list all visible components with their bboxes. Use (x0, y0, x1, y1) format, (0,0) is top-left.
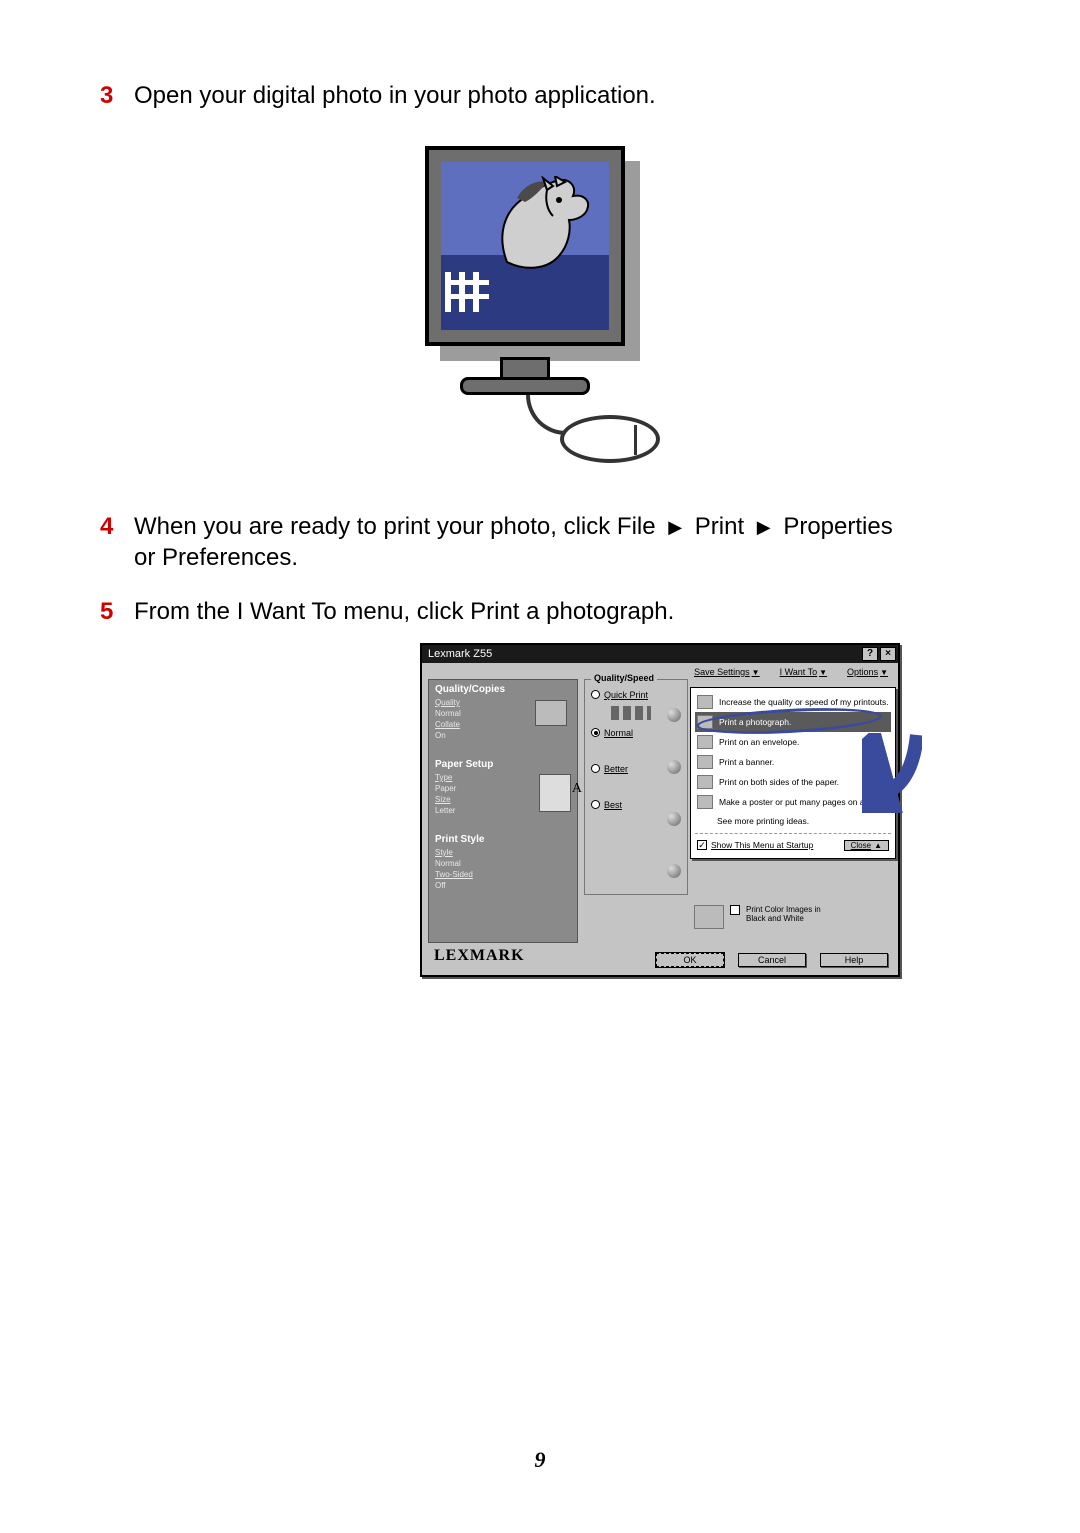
step-4-number: 4 (100, 511, 124, 573)
menu-item-more-ideas[interactable]: See more printing ideas. (695, 812, 891, 830)
tab-print-style[interactable]: Print Style Style Normal Two-Sided Off (435, 834, 571, 891)
printer-icon (535, 700, 567, 726)
radio-quick-print[interactable]: Quick Print (591, 690, 683, 700)
duplex-icon (697, 775, 713, 789)
options-menu[interactable]: Options▼ (847, 667, 888, 677)
step-3: 3 Open your digital photo in your photo … (100, 80, 980, 111)
help-button[interactable]: ? (862, 647, 878, 661)
cancel-button[interactable]: Cancel (738, 953, 806, 967)
envelope-icon (697, 735, 713, 749)
lexmark-brand: LEXMARK (434, 947, 525, 965)
step-5-number: 5 (100, 596, 124, 627)
radio-normal[interactable]: Normal (591, 728, 683, 738)
help-button-bottom[interactable]: Help (820, 953, 888, 967)
ok-button[interactable]: OK (656, 953, 724, 967)
document-icon (539, 774, 571, 812)
dialog-title-bar: Lexmark Z55 ? × (422, 645, 898, 663)
menu-item-increase-quality[interactable]: Increase the quality or speed of my prin… (695, 692, 891, 712)
step-5: 5 From the I Want To menu, click Print a… (100, 596, 980, 627)
callout-arrow (862, 733, 922, 813)
poster-icon (697, 795, 713, 809)
mouse-icon (560, 415, 660, 463)
step-4: 4 When you are ready to print your photo… (100, 511, 980, 573)
radio-best[interactable]: Best (591, 800, 683, 810)
quality-speed-group: Quality/Speed Quick Print Normal (584, 679, 688, 895)
triangle-icon: ▶ (757, 516, 771, 539)
page-number: 9 (0, 1447, 1080, 1473)
menu-item-print-photograph[interactable]: Print a photograph. (695, 712, 891, 732)
photo-icon (697, 715, 713, 729)
step-3-text: Open your digital photo in your photo ap… (134, 80, 656, 111)
horse-icon (487, 176, 597, 276)
dialog-title: Lexmark Z55 (428, 648, 492, 660)
save-settings-menu[interactable]: Save Settings▼ (694, 667, 759, 677)
close-button[interactable]: × (880, 647, 896, 661)
computer-illustration (410, 141, 670, 471)
show-menu-checkbox[interactable]: ✓ (697, 840, 707, 850)
step-3-number: 3 (100, 80, 124, 111)
quality-speed-title: Quality/Speed (591, 673, 657, 683)
speed-icon (697, 695, 713, 709)
triangle-icon: ▶ (668, 516, 682, 539)
i-want-to-menu[interactable]: I Want To▼ (780, 667, 827, 677)
sidebar: Quality/Copies Quality Normal Collate On… (428, 679, 578, 943)
step-5-text: From the I Want To menu, click Print a p… (134, 596, 674, 627)
menu-close-button[interactable]: Close▲ (844, 840, 889, 851)
print-properties-dialog: Lexmark Z55 ? × Save Settings▼ I Want To… (420, 643, 900, 977)
banner-icon (697, 755, 713, 769)
show-menu-label: Show This Menu at Startup (711, 840, 813, 850)
step-4-text: When you are ready to print your photo, … (134, 511, 893, 573)
